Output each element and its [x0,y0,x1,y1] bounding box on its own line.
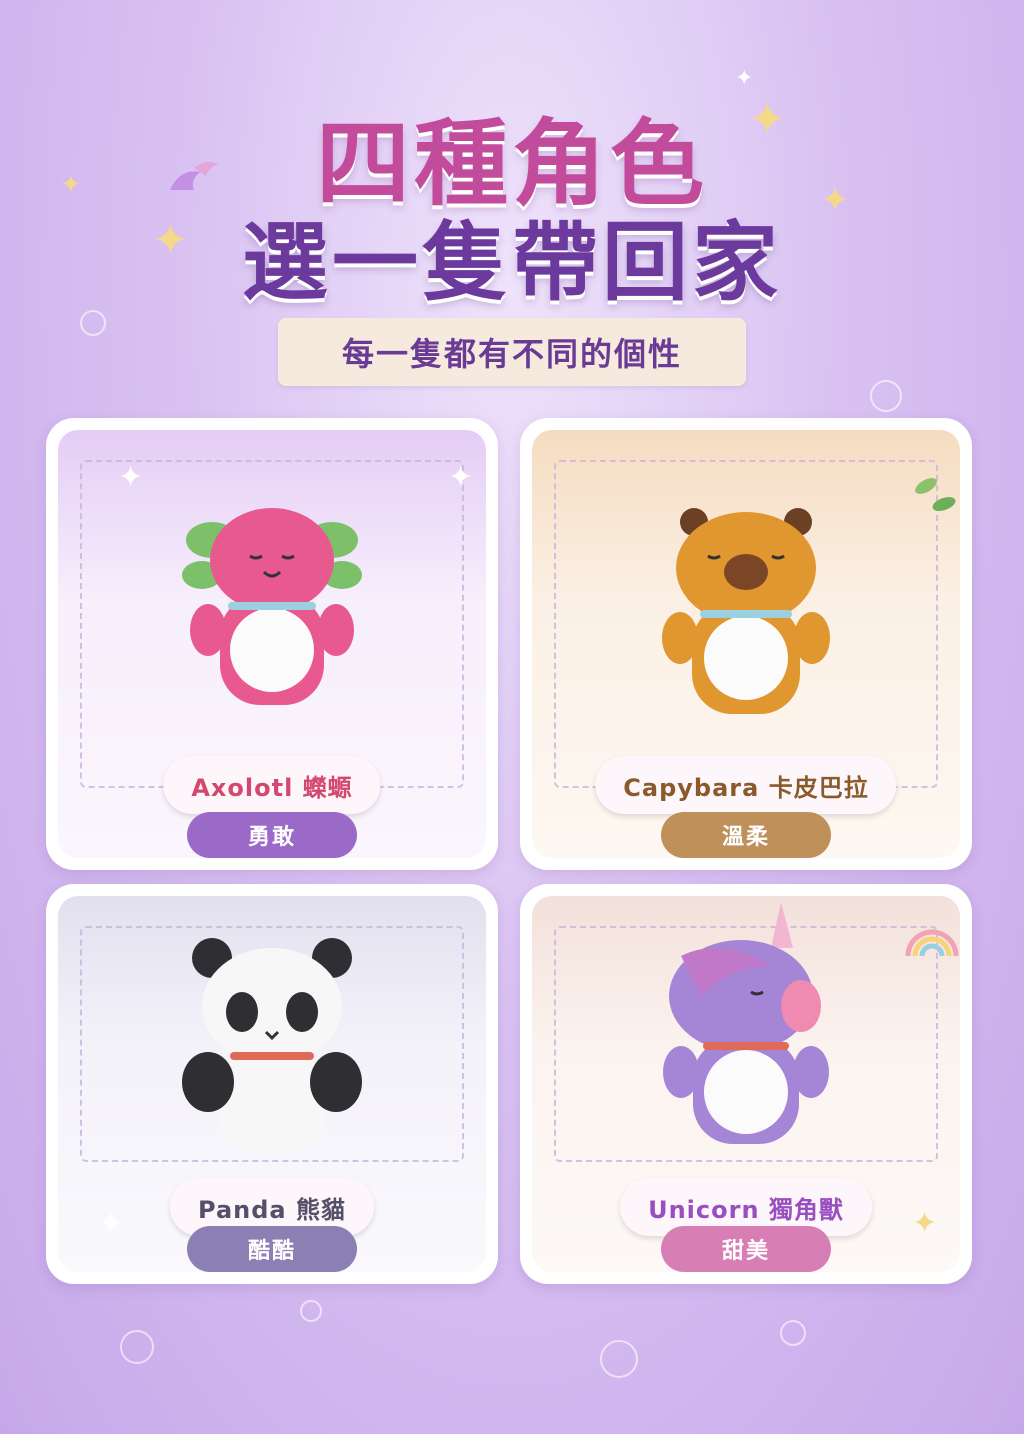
bubble-icon [120,1330,154,1364]
character-card-unicorn[interactable]: ✦ Unicorn 獨角獸 甜美 [520,884,972,1284]
tagline-banner: 每一隻都有不同的個性 [278,318,746,386]
character-trait-badge: 勇敢 [187,812,357,858]
character-trait-badge: 酷酷 [187,1226,357,1272]
rainbow-icon [905,929,959,957]
axolotl-plush-image [182,508,362,705]
bubble-icon [780,1320,806,1346]
sparkle-icon: ✦ [912,1206,938,1241]
leaf-icon [915,478,956,511]
character-card-capybara[interactable]: Capybara 卡皮巴拉 溫柔 [520,418,972,870]
capybara-plush-image [662,508,830,714]
panda-plush-image [182,938,362,1154]
character-trait-badge: 甜美 [661,1226,831,1272]
bubble-icon [300,1300,322,1322]
bubble-icon [600,1340,638,1378]
character-name-label: Axolotl 蠑螈 [163,756,381,814]
sparkle-icon: ✦ [118,460,144,495]
sparkle-icon: ✦ [448,460,474,495]
sparkle-icon: ✦ [98,1206,124,1241]
bubble-icon [870,380,902,412]
page-subtitle-title: 選一隻帶回家 [242,213,782,313]
character-card-panda[interactable]: ✦ Panda 熊貓 酷酷 [46,884,498,1284]
character-name-label: Capybara 卡皮巴拉 [595,756,897,814]
character-card-axolotl[interactable]: ✦ ✦ Axolotl 蠑螈 勇敢 [46,418,498,870]
character-trait-badge: 溫柔 [661,812,831,858]
unicorn-plush-image [663,902,829,1144]
